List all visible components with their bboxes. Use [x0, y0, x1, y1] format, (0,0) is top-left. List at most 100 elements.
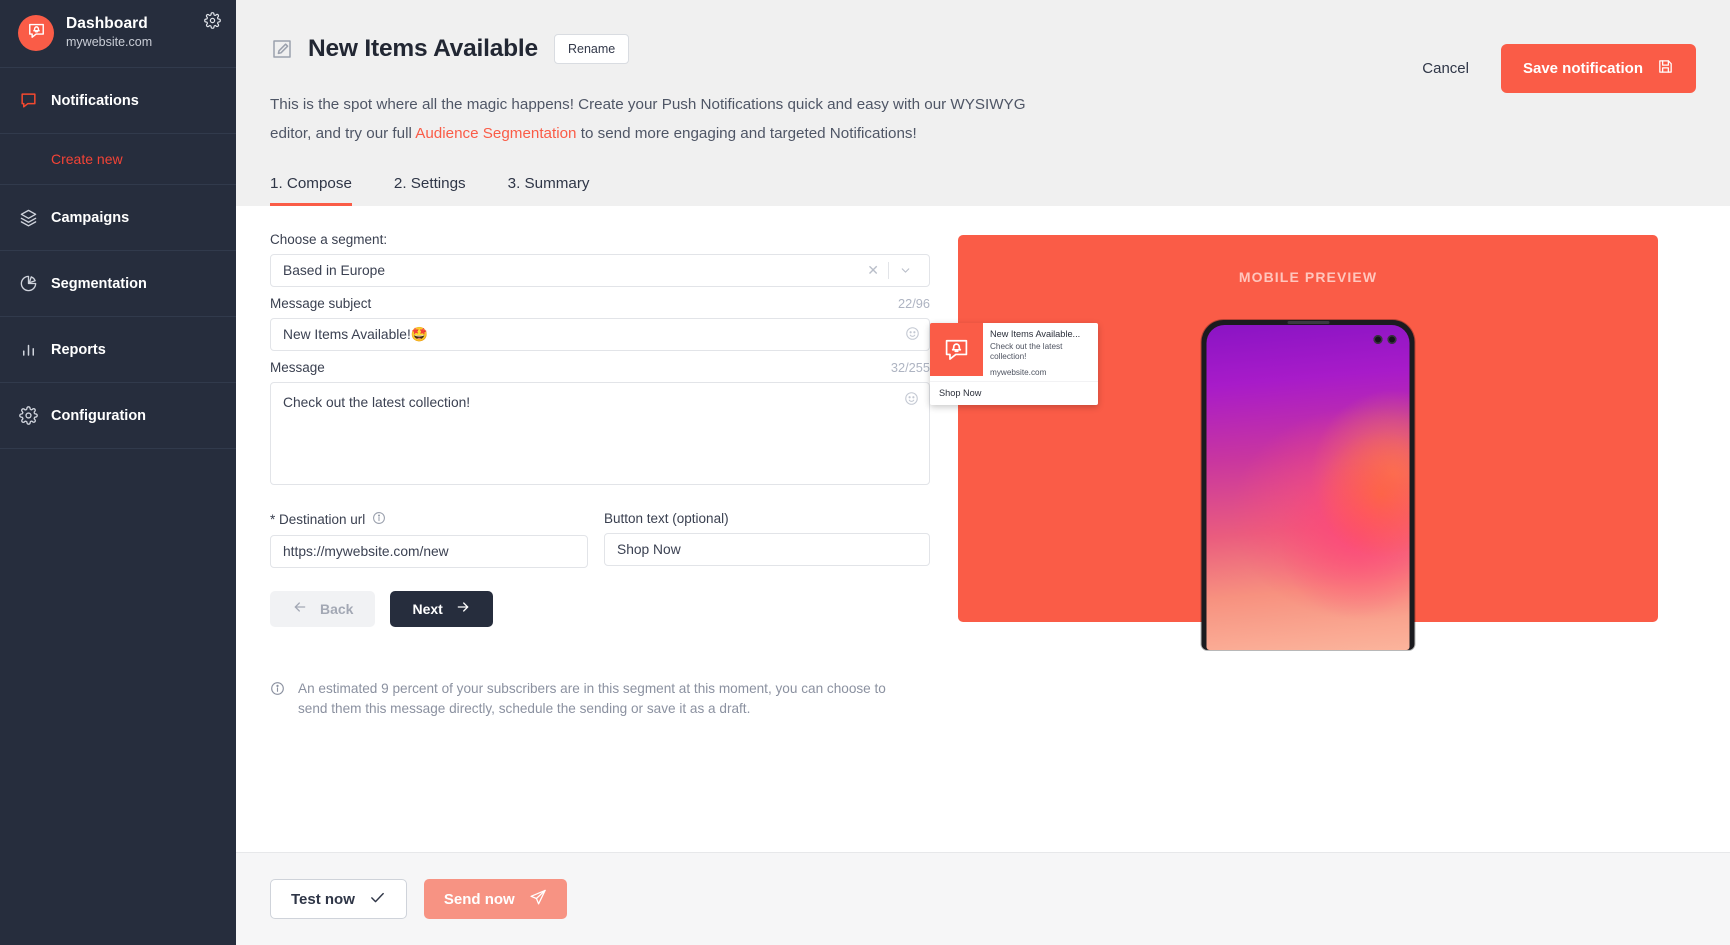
destination-url-field: * Destination url: [270, 511, 588, 568]
notification-action-button[interactable]: Shop Now: [930, 380, 1098, 405]
floppy-disk-icon: [1657, 58, 1674, 79]
page-description: This is the spot where all the magic hap…: [270, 90, 1040, 149]
back-button-label: Back: [320, 600, 354, 617]
sidebar-item-reports[interactable]: Reports: [0, 317, 236, 383]
notification-host: mywebsite.com: [990, 367, 1047, 377]
app-root: Dashboard mywebsite.com Notifications Cr…: [0, 0, 1730, 945]
chat-bubble-icon: [18, 91, 38, 110]
tab-compose[interactable]: 1. Compose: [270, 175, 352, 206]
subject-input-wrap: New Items Available! 🤩: [270, 317, 930, 351]
layers-icon: [18, 208, 38, 227]
subject-counter: 22/96: [897, 295, 930, 311]
button-text-field: Button text (optional): [604, 511, 930, 568]
message-textarea-wrap: [270, 381, 930, 490]
segment-controls: ✕: [858, 255, 919, 286]
preview-column: MOBILE PREVIEW New Items Available... Ch…: [930, 232, 1696, 852]
segment-label: Choose a segment:: [270, 231, 388, 247]
bar-chart-icon: [18, 340, 38, 359]
notification-card-text: New Items Available... Check out the lat…: [983, 323, 1098, 381]
notification-body: Check out the latest collection!: [990, 341, 1063, 362]
sidebar-item-create-new[interactable]: Create new: [0, 134, 236, 185]
sidebar-brand: Dashboard mywebsite.com: [0, 0, 236, 68]
segment-select[interactable]: Based in Europe ✕: [270, 253, 930, 287]
subject-label-row: Message subject 22/96: [270, 296, 930, 311]
message-label: Message: [270, 359, 325, 375]
test-now-button[interactable]: Test now: [270, 879, 407, 919]
tab-settings[interactable]: 2. Settings: [394, 175, 466, 206]
sidebar-item-segmentation[interactable]: Segmentation: [0, 251, 236, 317]
brand-subtitle: mywebsite.com: [66, 35, 153, 50]
arrow-right-icon: [455, 599, 471, 618]
gear-icon: [18, 406, 38, 425]
notification-card-top: New Items Available... Check out the lat…: [930, 322, 1098, 381]
url-label: * Destination url: [270, 511, 366, 527]
segment-selected-value: Based in Europe: [283, 262, 386, 278]
subject-input[interactable]: New Items Available! 🤩: [270, 317, 930, 351]
estimate-text: An estimated 9 percent of your subscribe…: [298, 680, 886, 716]
subject-emoji: 🤩: [410, 326, 429, 343]
phone-mockup: [1201, 319, 1415, 650]
sidebar-item-configuration[interactable]: Configuration: [0, 383, 236, 449]
button-text-label: Button text (optional): [604, 510, 729, 526]
wizard-tabs: 1. Compose 2. Settings 3. Summary: [270, 175, 1696, 206]
emoji-icon[interactable]: [904, 391, 919, 406]
message-counter: 32/255: [890, 359, 930, 375]
message-label-row: Message 32/255: [270, 360, 930, 375]
rename-button[interactable]: Rename: [553, 34, 630, 64]
url-and-button-row: * Destination url Button text (optional): [270, 511, 930, 568]
segment-estimate-note: An estimated 9 percent of your subscribe…: [270, 679, 910, 719]
wizard-nav: Back Next: [270, 590, 930, 627]
bell-chat-icon: [930, 322, 983, 376]
close-icon[interactable]: ✕: [858, 263, 888, 277]
emoji-icon[interactable]: [905, 326, 920, 341]
audience-segmentation-link[interactable]: Audience Segmentation: [415, 125, 576, 142]
cancel-button[interactable]: Cancel: [1422, 60, 1469, 77]
main-content: New Items Available Rename Cancel Save n…: [236, 0, 1730, 945]
pie-chart-icon: [18, 274, 38, 293]
page-title: New Items Available: [308, 35, 538, 62]
info-icon[interactable]: [372, 511, 386, 528]
url-label-row: * Destination url: [270, 511, 588, 528]
destination-url-input[interactable]: [270, 534, 588, 568]
back-button[interactable]: Back: [270, 590, 376, 627]
mobile-preview-panel: MOBILE PREVIEW New Items Available... Ch…: [930, 234, 1658, 650]
send-now-label: Send now: [443, 890, 515, 908]
sidebar-item-label: Segmentation: [51, 275, 147, 292]
save-button-label: Save notification: [1522, 60, 1643, 77]
sidebar-item-label: Configuration: [51, 407, 147, 424]
sidebar-item-label: Notifications: [51, 92, 139, 109]
description-text-2: to send more engaging and targeted Notif…: [576, 125, 917, 143]
phone-screen: [1206, 324, 1410, 650]
sidebar-item-campaigns[interactable]: Campaigns: [0, 185, 236, 251]
sidebar-item-label: Campaigns: [51, 209, 130, 226]
sidebar: Dashboard mywebsite.com Notifications Cr…: [0, 0, 236, 945]
sidebar-subitem-label: Create new: [51, 151, 123, 167]
pencil-square-icon: [270, 37, 294, 61]
send-now-button[interactable]: Send now: [423, 879, 567, 919]
button-text-input[interactable]: [604, 532, 930, 566]
chevron-down-icon[interactable]: [889, 264, 919, 277]
message-textarea[interactable]: [270, 381, 930, 485]
tab-summary[interactable]: 3. Summary: [508, 175, 590, 206]
page-header: New Items Available Rename Cancel Save n…: [236, 0, 1730, 206]
paper-plane-icon: [529, 888, 547, 910]
save-notification-button[interactable]: Save notification: [1500, 44, 1696, 93]
subject-label: Message subject: [270, 295, 372, 311]
action-footer: Test now Send now: [236, 852, 1730, 945]
sidebar-item-notifications[interactable]: Notifications: [0, 68, 236, 134]
notification-preview-card: New Items Available... Check out the lat…: [930, 322, 1098, 405]
sidebar-item-label: Reports: [51, 341, 106, 358]
next-button[interactable]: Next: [390, 590, 493, 627]
phone-speaker: [1287, 320, 1329, 324]
gear-icon[interactable]: [204, 12, 221, 34]
compose-body: Choose a segment: Based in Europe ✕ Mess…: [236, 206, 1730, 852]
subject-value: New Items Available!: [283, 326, 411, 342]
info-icon: [270, 679, 286, 719]
bell-chat-icon: [27, 21, 46, 45]
test-now-label: Test now: [291, 890, 355, 908]
check-icon: [369, 889, 386, 910]
compose-form: Choose a segment: Based in Europe ✕ Mess…: [270, 232, 930, 852]
brand-logo: [18, 14, 54, 51]
brand-text: Dashboard mywebsite.com: [66, 15, 152, 49]
